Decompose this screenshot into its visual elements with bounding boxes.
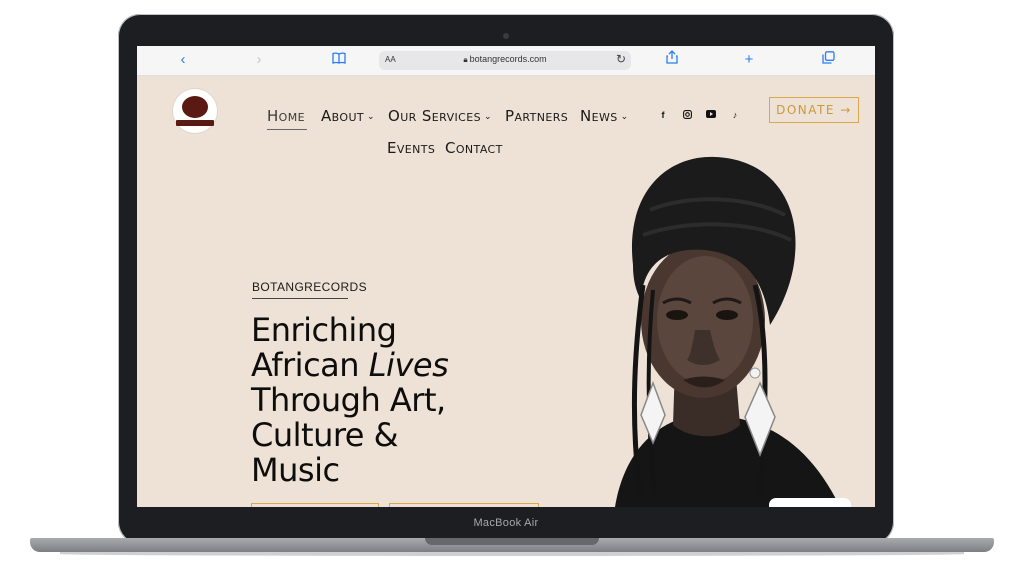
hero-portrait-image — [615, 156, 840, 507]
new-tab-icon[interactable]: + — [738, 50, 760, 70]
nav-events[interactable]: Events — [387, 139, 435, 157]
forward-icon[interactable]: › — [248, 50, 270, 70]
laptop-base-shadow — [60, 552, 964, 556]
bookmarks-icon[interactable] — [328, 50, 350, 70]
chat-widget[interactable] — [769, 498, 851, 507]
url-text: botangrecords.com — [469, 54, 547, 64]
site-logo[interactable] — [173, 89, 217, 133]
laptop-lid: ‹ › AA 🔒︎ botangrecords.com ↻ + Home Abo… — [118, 14, 894, 544]
hero-brand: BOTANGRECORDS — [252, 280, 367, 294]
reload-icon[interactable]: ↻ — [616, 52, 626, 66]
nav-about[interactable]: About ⌄ — [321, 107, 375, 125]
share-icon[interactable] — [661, 50, 683, 70]
browser-window: ‹ › AA 🔒︎ botangrecords.com ↻ + Home Abo… — [137, 46, 875, 507]
address-bar[interactable]: AA 🔒︎ botangrecords.com ↻ — [379, 51, 631, 70]
camera-icon — [503, 33, 509, 39]
tabs-icon[interactable] — [817, 50, 839, 70]
lock-icon: 🔒︎ — [463, 55, 468, 64]
browser-toolbar: ‹ › AA 🔒︎ botangrecords.com ↻ + — [137, 46, 875, 76]
nav-contact[interactable]: Contact — [445, 139, 503, 157]
laptop-notch — [425, 538, 599, 545]
website: Home About ⌄ Our Services ⌄ Partners News ⌄… — [137, 75, 875, 507]
chevron-down-icon: ⌄ — [367, 112, 375, 122]
brand-underline — [252, 298, 348, 299]
model-label: MacBook Air — [473, 517, 539, 529]
chevron-down-icon: ⌄ — [483, 112, 492, 122]
back-icon[interactable]: ‹ — [172, 50, 194, 70]
hero-headline: Enriching African Lives Through Art, Cul… — [251, 311, 449, 489]
nav-our-services[interactable]: Our Services ⌄ — [388, 107, 492, 125]
nav-active-underline — [267, 129, 307, 130]
nav-home[interactable]: Home — [267, 107, 305, 125]
